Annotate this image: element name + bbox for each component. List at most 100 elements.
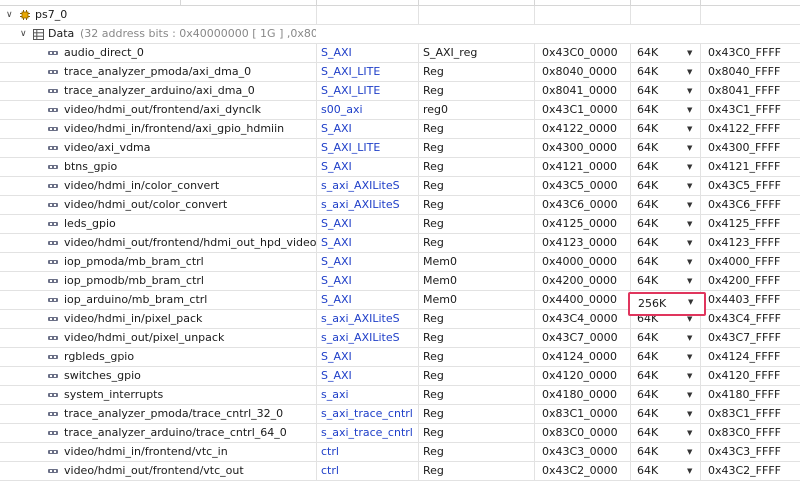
range-select[interactable]: 64K ▼: [630, 158, 700, 176]
offset-address[interactable]: 0x4300_0000: [534, 139, 630, 157]
base-name-text: Reg: [423, 65, 444, 78]
dropdown-arrow-icon[interactable]: ▼: [688, 298, 693, 306]
offset-address[interactable]: 0x83C1_0000: [534, 405, 630, 423]
dropdown-arrow-icon[interactable]: ▼: [687, 215, 692, 233]
offset-address[interactable]: 0x83C0_0000: [534, 424, 630, 442]
dropdown-arrow-icon[interactable]: ▼: [687, 63, 692, 81]
range-select[interactable]: 64K ▼: [630, 253, 700, 271]
range-select[interactable]: 64K ▼: [630, 82, 700, 100]
dropdown-arrow-icon[interactable]: ▼: [687, 367, 692, 385]
table-row[interactable]: rgbleds_gpio S_AXI Reg 0x4124_0000 64K ▼ 0x412…: [0, 348, 800, 367]
table-row[interactable]: iop_pmoda/mb_bram_ctrl S_AXI Mem0 0x4000_00…: [0, 253, 800, 272]
range-select[interactable]: 64K ▼: [630, 386, 700, 404]
range-select[interactable]: 64K ▼: [630, 329, 700, 347]
dropdown-arrow-icon[interactable]: ▼: [687, 253, 692, 271]
dropdown-arrow-icon[interactable]: ▼: [687, 139, 692, 157]
range-select[interactable]: 64K ▼: [630, 424, 700, 442]
offset-address[interactable]: 0x4200_0000: [534, 272, 630, 290]
offset-address[interactable]: 0x4000_0000: [534, 253, 630, 271]
table-row[interactable]: trace_analyzer_pmoda/trace_cntrl_32_0 s_a…: [0, 405, 800, 424]
range-select[interactable]: 64K ▼: [630, 44, 700, 62]
dropdown-arrow-icon[interactable]: ▼: [687, 272, 692, 290]
dropdown-arrow-icon[interactable]: ▼: [687, 120, 692, 138]
dropdown-arrow-icon[interactable]: ▼: [687, 329, 692, 347]
table-row[interactable]: trace_analyzer_arduino/axi_dma_0 S_AXI_LI…: [0, 82, 800, 101]
offset-address[interactable]: 0x43C6_0000: [534, 196, 630, 214]
offset-address[interactable]: 0x4122_0000: [534, 120, 630, 138]
table-row[interactable]: trace_analyzer_pmoda/axi_dma_0 S_AXI_LITE…: [0, 63, 800, 82]
base-name: Reg: [418, 386, 534, 404]
range-select[interactable]: 64K ▼: [630, 63, 700, 81]
range-select[interactable]: 64K ▼: [630, 348, 700, 366]
tree-root-row[interactable]: ∨ ps7_0: [0, 6, 800, 25]
range-dropdown-highlight[interactable]: 256K ▼: [628, 292, 706, 316]
range-select[interactable]: 64K ▼: [630, 367, 700, 385]
table-row[interactable]: system_interrupts s_axi Reg 0x4180_0000 64K ▼…: [0, 386, 800, 405]
offset-address[interactable]: 0x43C0_0000: [534, 44, 630, 62]
slave-interface-text: S_AXI: [321, 217, 352, 230]
table-row[interactable]: video/hdmi_out/frontend/hdmi_out_hpd_vid…: [0, 234, 800, 253]
offset-address[interactable]: 0x4180_0000: [534, 386, 630, 404]
range-select[interactable]: 64K ▼: [630, 215, 700, 233]
table-row[interactable]: audio_direct_0 S_AXI S_AXI_reg 0x43C0_0000 6…: [0, 44, 800, 63]
offset-address[interactable]: 0x43C3_0000: [534, 443, 630, 461]
offset-address[interactable]: 0x43C1_0000: [534, 101, 630, 119]
range-select[interactable]: 64K ▼: [630, 177, 700, 195]
slave-interface-text: S_AXI: [321, 255, 352, 268]
offset-address[interactable]: 0x43C7_0000: [534, 329, 630, 347]
table-row[interactable]: video/hdmi_out/frontend/axi_dynclk s00_ax…: [0, 101, 800, 120]
dropdown-arrow-icon[interactable]: ▼: [687, 82, 692, 100]
slave-interface: s_axi: [316, 386, 418, 404]
dropdown-arrow-icon[interactable]: ▼: [687, 386, 692, 404]
range-select[interactable]: 64K ▼: [630, 120, 700, 138]
table-row[interactable]: trace_analyzer_arduino/trace_cntrl_64_0 s…: [0, 424, 800, 443]
range-select[interactable]: 64K ▼: [630, 405, 700, 423]
table-row[interactable]: btns_gpio S_AXI Reg 0x4121_0000 64K ▼ 0x4121_F…: [0, 158, 800, 177]
offset-address[interactable]: 0x8041_0000: [534, 82, 630, 100]
table-row[interactable]: switches_gpio S_AXI Reg 0x4120_0000 64K ▼ 0x41…: [0, 367, 800, 386]
offset-address[interactable]: 0x8040_0000: [534, 63, 630, 81]
offset-address[interactable]: 0x4125_0000: [534, 215, 630, 233]
dropdown-arrow-icon[interactable]: ▼: [687, 348, 692, 366]
table-row[interactable]: video/hdmi_in/frontend/vtc_in ctrl Reg 0x43…: [0, 443, 800, 462]
range-select[interactable]: 64K ▼: [630, 443, 700, 461]
offset-address[interactable]: 0x4400_0000: [534, 291, 630, 309]
dropdown-arrow-icon[interactable]: ▼: [687, 405, 692, 423]
dropdown-arrow-icon[interactable]: ▼: [687, 234, 692, 252]
table-row[interactable]: video/hdmi_out/pixel_unpack s_axi_AXILite…: [0, 329, 800, 348]
range-select[interactable]: 64K ▼: [630, 101, 700, 119]
offset-address[interactable]: 0x43C2_0000: [534, 462, 630, 480]
slave-interface-text: s00_axi: [321, 103, 363, 116]
dropdown-arrow-icon[interactable]: ▼: [687, 158, 692, 176]
range-select[interactable]: 64K ▼: [630, 234, 700, 252]
dropdown-arrow-icon[interactable]: ▼: [687, 424, 692, 442]
range-select[interactable]: 64K ▼: [630, 196, 700, 214]
offset-address[interactable]: 0x4123_0000: [534, 234, 630, 252]
range-select[interactable]: 64K ▼: [630, 139, 700, 157]
table-row[interactable]: iop_pmodb/mb_bram_ctrl S_AXI Mem0 0x4200_00…: [0, 272, 800, 291]
offset-address[interactable]: 0x4120_0000: [534, 367, 630, 385]
offset-address[interactable]: 0x4124_0000: [534, 348, 630, 366]
tree-root[interactable]: ∨ ps7_0: [0, 6, 316, 24]
table-row[interactable]: leds_gpio S_AXI Reg 0x4125_0000 64K ▼ 0x4125_F…: [0, 215, 800, 234]
table-row[interactable]: video/hdmi_out/frontend/vtc_out ctrl Reg 0x…: [0, 462, 800, 481]
range-select[interactable]: 64K ▼: [630, 462, 700, 480]
dropdown-arrow-icon[interactable]: ▼: [687, 196, 692, 214]
table-row[interactable]: video/hdmi_in/frontend/axi_gpio_hdmiin S_…: [0, 120, 800, 139]
offset-address[interactable]: 0x4121_0000: [534, 158, 630, 176]
chevron-down-icon[interactable]: ∨: [20, 25, 27, 43]
tree-data[interactable]: ∨ Data (32 address bits : 0x40000000 [ 1…: [0, 25, 316, 43]
dropdown-arrow-icon[interactable]: ▼: [687, 44, 692, 62]
chevron-down-icon[interactable]: ∨: [6, 6, 13, 24]
offset-address[interactable]: 0x43C5_0000: [534, 177, 630, 195]
offset-address[interactable]: 0x43C4_0000: [534, 310, 630, 328]
table-row[interactable]: video/hdmi_out/color_convert s_axi_AXILit…: [0, 196, 800, 215]
table-row[interactable]: video/hdmi_in/color_convert s_axi_AXILite…: [0, 177, 800, 196]
dropdown-arrow-icon[interactable]: ▼: [687, 177, 692, 195]
dropdown-arrow-icon[interactable]: ▼: [687, 443, 692, 461]
dropdown-arrow-icon[interactable]: ▼: [687, 101, 692, 119]
dropdown-arrow-icon[interactable]: ▼: [687, 462, 692, 480]
table-row[interactable]: video/axi_vdma S_AXI_LITE Reg 0x4300_0000 64…: [0, 139, 800, 158]
range-select[interactable]: 64K ▼: [630, 272, 700, 290]
tree-data-row[interactable]: ∨ Data (32 address bits : 0x40000000 [ 1…: [0, 25, 800, 44]
